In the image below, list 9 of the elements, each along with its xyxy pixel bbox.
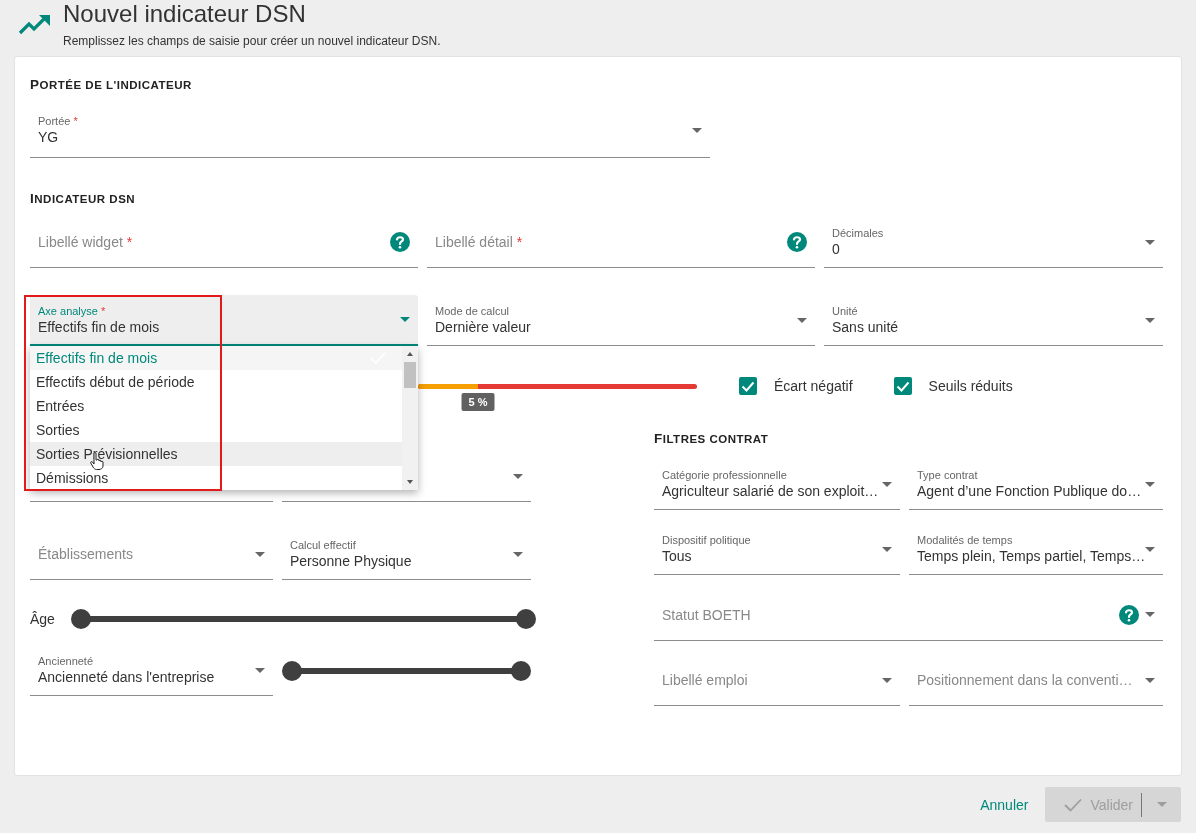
section-heading: PORTÉE DE L'INDICATEUR (30, 77, 193, 91)
page-subtitle: Remplissez les champs de saisie pour créer un nouvel indicateur DSN. (63, 34, 441, 48)
checkbox-label: Seuils réduits (928, 378, 1013, 394)
threshold-value-label: 5 % (461, 392, 495, 411)
page-title: Nouvel indicateur DSN (63, 0, 307, 28)
slider-label: Âge (30, 611, 55, 627)
section-heading: INDICATEUR DSN (30, 191, 137, 205)
section-heading: FILTRES CONTRAT (654, 431, 770, 445)
checkbox-label: Écart négatif (774, 378, 853, 394)
